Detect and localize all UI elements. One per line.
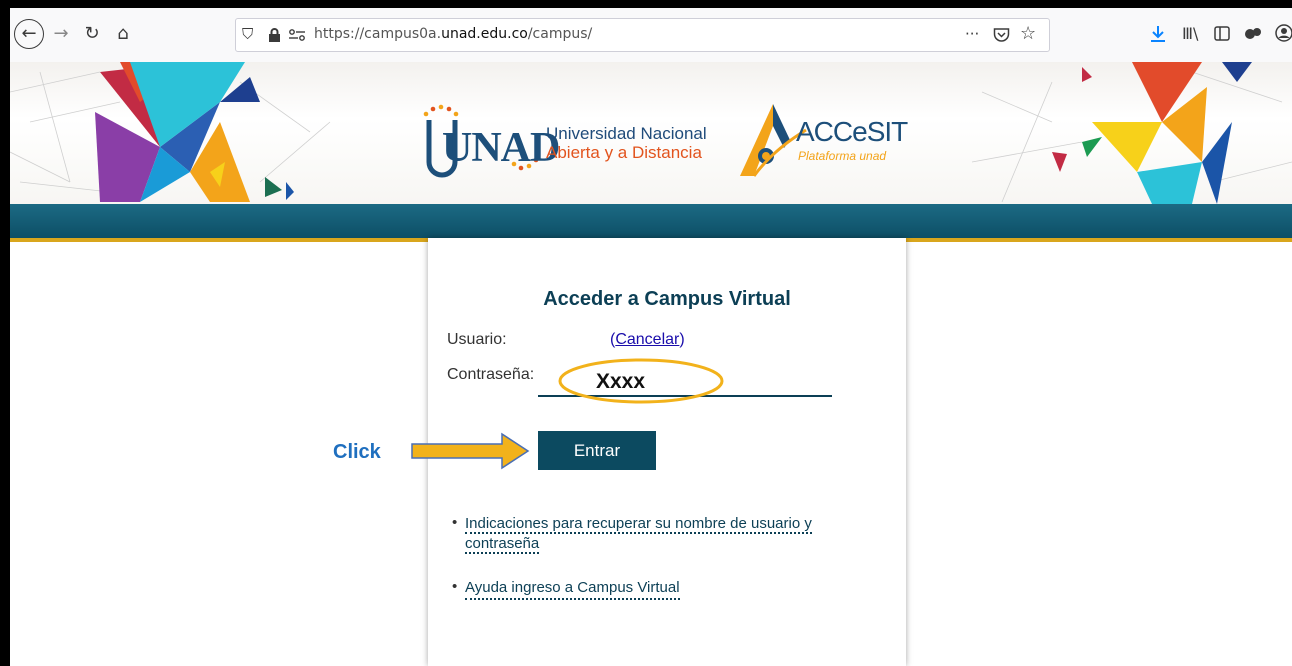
back-icon[interactable]: ← (14, 19, 44, 49)
pocket-icon[interactable] (993, 27, 1010, 48)
unad-logo-text: UNAD (442, 125, 560, 171)
cancel-link[interactable]: (Cancelar) (610, 331, 685, 349)
password-label: Contraseña: (447, 366, 535, 383)
shield-icon[interactable]: ⛉ (242, 22, 253, 46)
login-title: Acceder a Campus Virtual (543, 288, 791, 310)
bookmark-star-icon[interactable]: ☆ (1020, 22, 1036, 46)
download-icon[interactable] (1150, 25, 1166, 48)
password-value: Xxxx (596, 370, 646, 393)
page-actions-icon[interactable]: ··· (965, 22, 979, 46)
sidebar-icon[interactable] (1214, 26, 1230, 46)
account-icon[interactable] (1275, 24, 1292, 47)
help-link-ayuda[interactable]: Ayuda ingreso a Campus Virtual (465, 578, 680, 600)
bullet-icon: • (452, 578, 458, 595)
browser-toolbar: ← → ↻ ⌂ ⛉ https://campus0a.unad.edu.co/c… (10, 8, 1292, 63)
accesit-logo: ACCeSIT Plataforma unad (738, 100, 908, 180)
click-arrow-icon (411, 432, 530, 470)
help-link-recover-line1[interactable]: Indicaciones para recuperar su nombre de… (465, 515, 812, 534)
address-bar[interactable]: ⛉ https://campus0a.unad.edu.co/campus/ ·… (235, 18, 1050, 52)
university-name: Universidad Nacional Abierta y a Distanc… (546, 124, 707, 162)
unad-logo: UNAD (410, 102, 560, 187)
entrar-button[interactable]: Entrar (538, 431, 656, 470)
campus-banner: UNAD Universidad Nacional Abierta y a Di… (10, 62, 1292, 204)
cancel-link-label[interactable]: Cancelar (615, 331, 679, 348)
site-permissions-icon[interactable] (288, 28, 306, 47)
help-link-recover-line2[interactable]: contraseña (465, 535, 540, 554)
url-domain: unad.edu.co (441, 26, 528, 42)
home-icon[interactable]: ⌂ (111, 22, 135, 46)
url-prefix: https://campus0a. (314, 26, 442, 42)
browser-window: ← → ↻ ⌂ ⛉ https://campus0a.unad.edu.co/c… (10, 8, 1292, 666)
url-text[interactable]: https://campus0a.unad.edu.co/campus/ (314, 26, 592, 42)
university-line1: Universidad Nacional (546, 124, 707, 143)
right-polygon-art (971, 62, 1292, 204)
extension-icon[interactable] (1244, 26, 1262, 46)
library-icon[interactable]: Ⅲ\ (1182, 22, 1198, 46)
bullet-icon: • (452, 514, 458, 531)
url-path: /campus/ (527, 26, 593, 42)
university-line2: Abierta y a Distancia (546, 143, 702, 162)
accesit-logo-text: ACCeSIT (796, 116, 908, 147)
help-link-recover[interactable]: Indicaciones para recuperar su nombre de… (465, 514, 812, 554)
click-annotation-label: Click (333, 441, 381, 463)
left-polygon-art (10, 62, 331, 202)
forward-icon[interactable]: → (50, 22, 72, 46)
reload-icon[interactable]: ↻ (80, 22, 104, 46)
header-bar (10, 204, 1292, 242)
username-label: Usuario: (447, 331, 507, 348)
lock-icon[interactable] (268, 28, 281, 47)
accesit-logo-subtitle: Plataforma unad (798, 149, 887, 163)
